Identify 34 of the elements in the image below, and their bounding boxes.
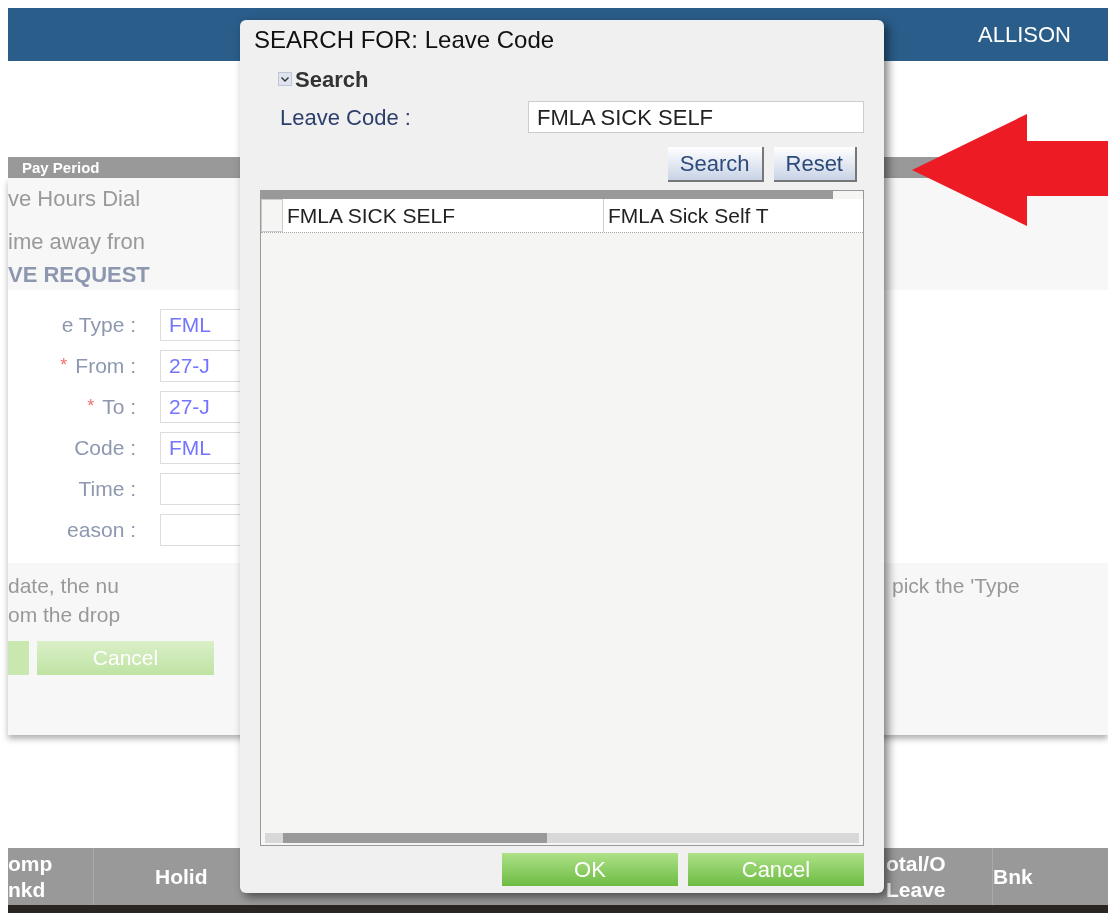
table-cell: FMLA SICK SELF: [283, 199, 604, 232]
field-label: eason :: [67, 516, 136, 543]
cancel-button[interactable]: Cancel: [688, 853, 864, 886]
intro-text: ime away fron: [8, 228, 145, 256]
required-mark: *: [60, 354, 68, 377]
note-text: om the drop: [8, 601, 122, 628]
table-cell: FMLA Sick Self T: [604, 199, 863, 232]
required-mark: *: [87, 395, 95, 418]
column-header: Pay Period: [22, 158, 100, 177]
search-button[interactable]: Search: [667, 146, 764, 182]
ok-button[interactable]: OK: [502, 853, 678, 886]
column-header: Holid: [155, 863, 208, 890]
section-toggle[interactable]: Search: [278, 62, 369, 96]
field-label: Code :: [74, 434, 136, 461]
field-label: Time :: [78, 475, 136, 502]
section-heading: VE REQUEST: [8, 260, 150, 289]
reset-button[interactable]: Reset: [773, 146, 857, 182]
chevron-icon: [278, 72, 292, 86]
note-text: date, the nu: [8, 572, 120, 599]
partial-button[interactable]: [8, 641, 29, 675]
column-header: otal/O Leave: [886, 850, 946, 903]
dialog-title: SEARCH FOR: Leave Code: [254, 25, 555, 55]
column-header: Bnk: [993, 863, 1033, 890]
field-label: To :: [102, 393, 136, 420]
field-label: From :: [75, 352, 136, 379]
field-label: e Type :: [61, 311, 136, 338]
scrollbar[interactable]: [265, 833, 859, 843]
row-selector[interactable]: [261, 199, 283, 232]
column-header: omp nkd: [8, 850, 53, 903]
panel-title: ve Hours Dial: [8, 184, 141, 213]
note-text: pick the 'Type: [892, 572, 1020, 599]
user-name: ALLISON: [978, 21, 1071, 49]
leave-code-field[interactable]: FMLA SICK SELF: [528, 101, 864, 133]
field-label: Leave Code :: [280, 103, 412, 132]
